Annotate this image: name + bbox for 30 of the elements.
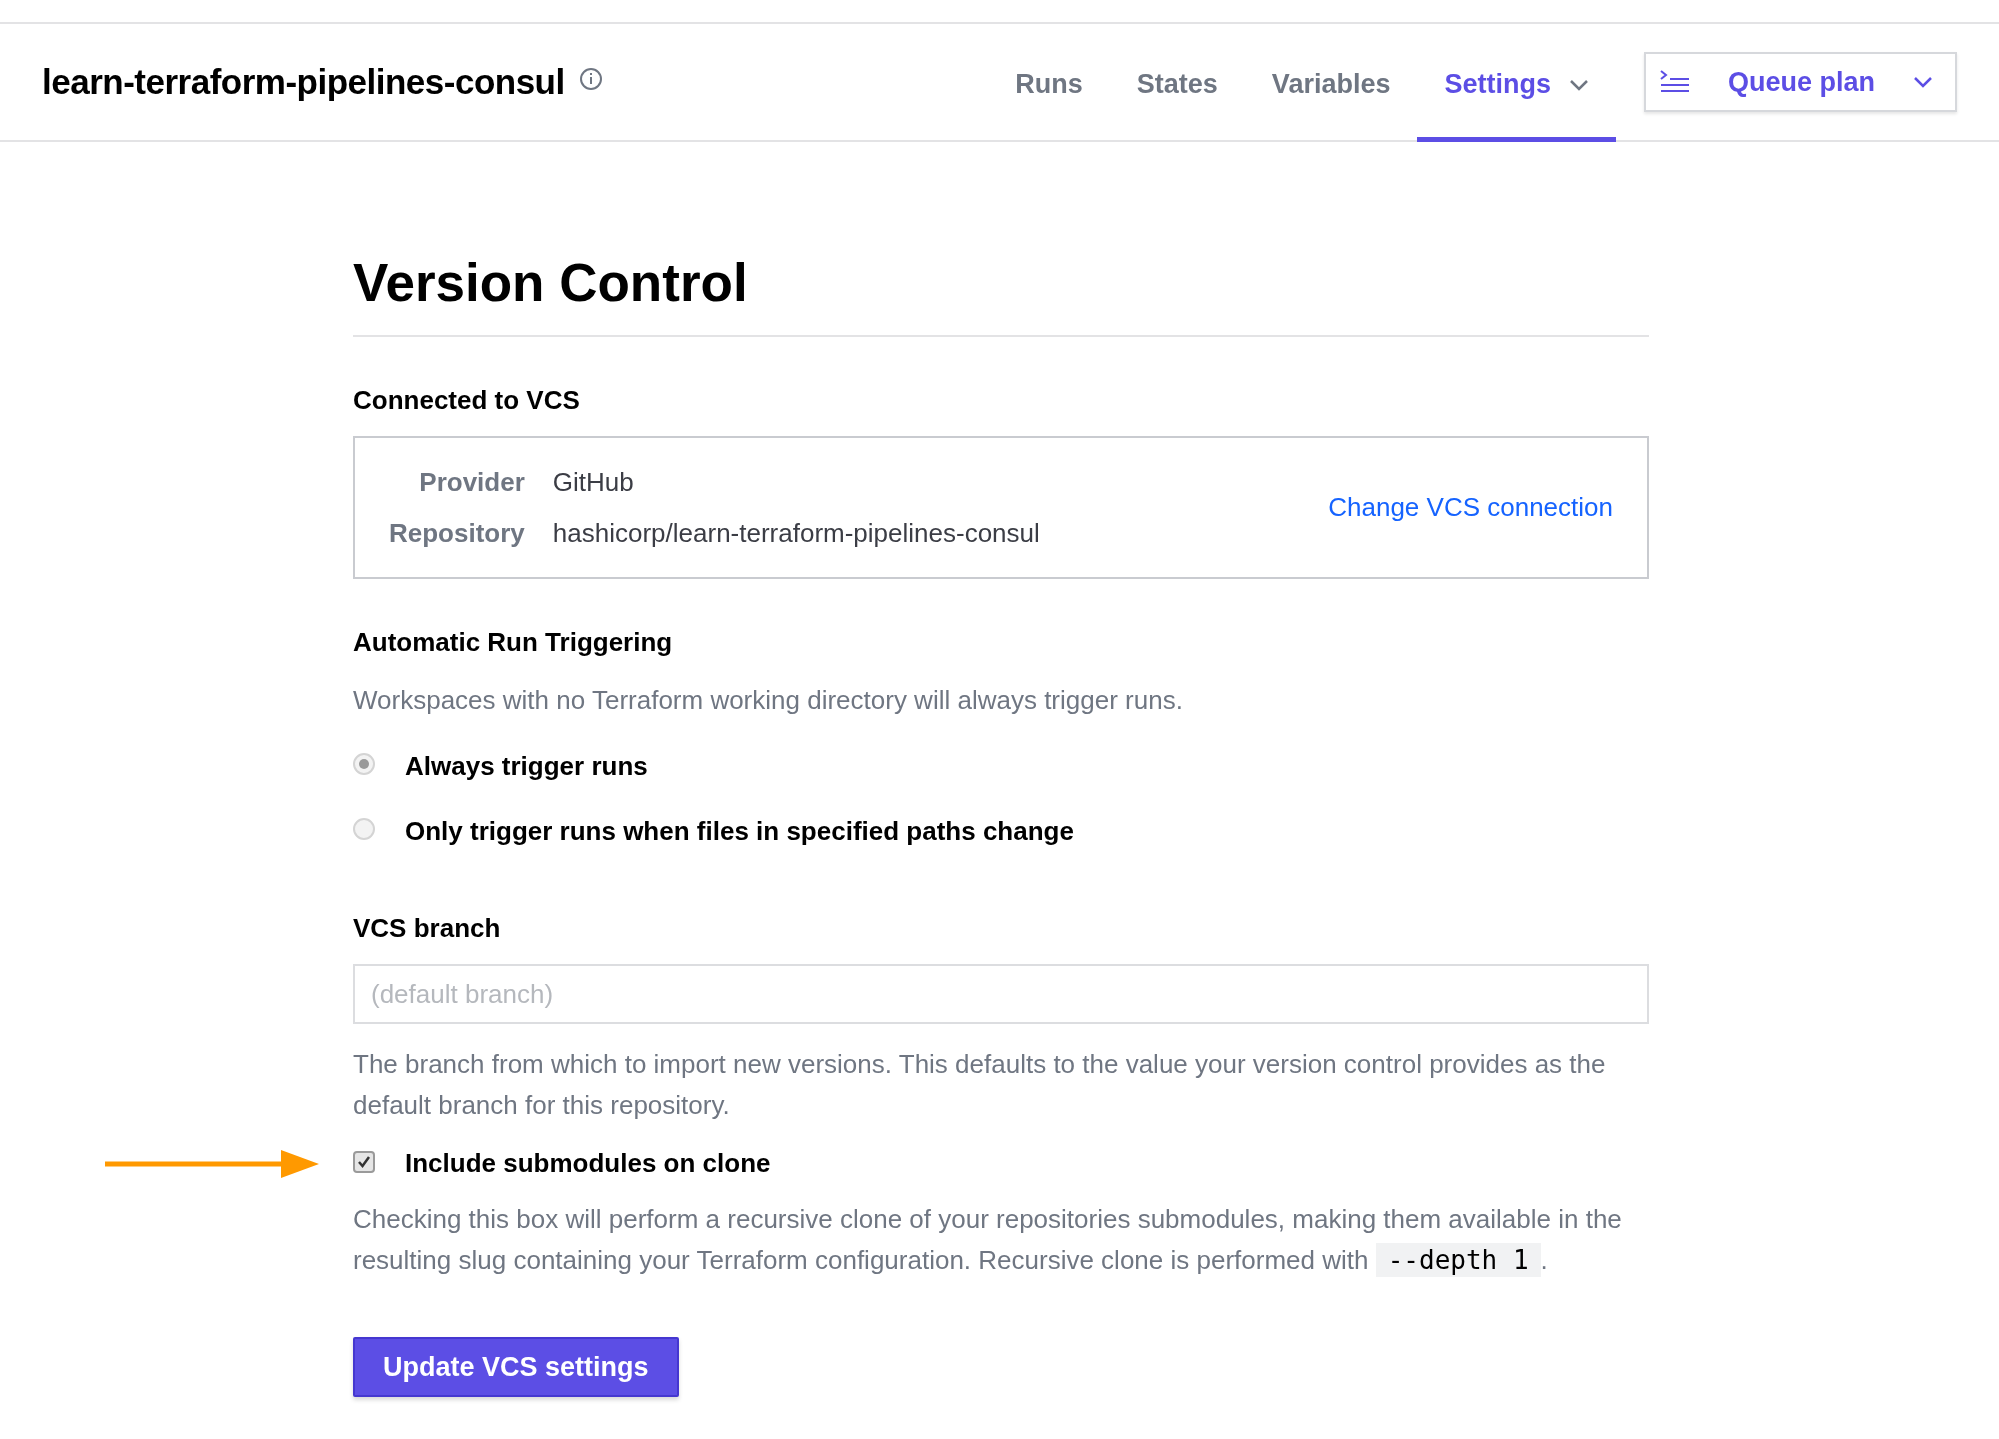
chevron-down-icon (1913, 76, 1933, 88)
radio-button[interactable] (353, 817, 375, 840)
checkbox-label: Include submodules on clone (405, 1148, 771, 1179)
update-settings-button[interactable]: Update VCS settings (353, 1337, 679, 1397)
nav-tab[interactable]: Runs (988, 24, 1110, 142)
field-label: VCS branch (353, 913, 502, 944)
nav-tab[interactable]: Settings (1417, 24, 1616, 142)
help-text: The branch from which to import new versions. This defaults to the value your version control provides as the default branch for this repository. (353, 1048, 1607, 1122)
checkmark-icon (357, 1154, 371, 1169)
field-label: Provider (418, 466, 525, 498)
workspace-title: learn-terraform-pipelines-consul (42, 62, 565, 102)
branch-input[interactable]: (default branch) (353, 964, 1649, 1024)
field-label: Repository (389, 517, 525, 549)
checkbox[interactable] (353, 1150, 375, 1173)
list-icon (1659, 70, 1690, 94)
radio-button[interactable] (353, 752, 375, 775)
section-heading: Connected to VCS (353, 385, 581, 416)
radio-label: Always trigger runs (405, 751, 648, 782)
radio-label: Only trigger runs when files in specified paths change (405, 816, 1074, 847)
field-value: GitHub (552, 466, 635, 498)
info-icon[interactable] (578, 67, 603, 91)
field-value: hashicorp/learn-terraform-pipelines-consul (552, 517, 1040, 549)
section-description: Workspaces with no Terraform working directory will always trigger runs. (353, 684, 1184, 717)
nav-tab[interactable]: Variables (1244, 24, 1418, 142)
section-heading: Automatic Run Triggering (353, 627, 674, 658)
change-vcs-link[interactable]: Change VCS connection (1328, 492, 1613, 523)
queue-plan-button[interactable]: Queue plan (1643, 52, 1957, 112)
help-text: Checking this box will perform a recursive clone of your repositories submodules, making them available in the resulting slug containing your Terraform configuration. Recursive clone is performed with --depth 1 . (353, 1203, 1623, 1279)
nav-tab[interactable]: States (1109, 24, 1245, 142)
page-title: Version Control (353, 252, 1649, 337)
